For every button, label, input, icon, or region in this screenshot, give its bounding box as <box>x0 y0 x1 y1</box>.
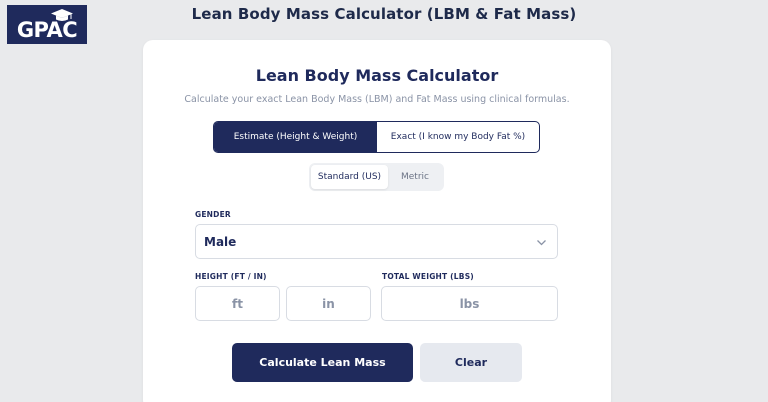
gender-select[interactable]: Male <box>195 224 558 259</box>
clear-button[interactable]: Clear <box>420 343 522 382</box>
mode-toggle: Estimate (Height & Weight) Exact (I know… <box>213 121 540 153</box>
unit-standard-button[interactable]: Standard (US) <box>311 165 388 189</box>
weight-input[interactable] <box>381 286 558 321</box>
chevron-down-icon <box>537 240 546 246</box>
calculate-button[interactable]: Calculate Lean Mass <box>232 343 413 382</box>
mode-estimate-button[interactable]: Estimate (Height & Weight) <box>214 122 377 152</box>
mode-exact-button[interactable]: Exact (I know my Body Fat %) <box>377 122 539 152</box>
height-in-input[interactable] <box>286 286 371 321</box>
gender-label: GENDER <box>195 210 231 219</box>
height-label: HEIGHT (FT / IN) <box>195 272 267 281</box>
unit-metric-button[interactable]: Metric <box>388 165 442 189</box>
calculator-card: Lean Body Mass Calculator Calculate your… <box>143 40 611 402</box>
gender-value: Male <box>204 234 237 249</box>
page-title: Lean Body Mass Calculator (LBM & Fat Mas… <box>191 5 577 23</box>
card-title: Lean Body Mass Calculator <box>255 66 499 85</box>
weight-label: TOTAL WEIGHT (LBS) <box>382 272 474 281</box>
height-ft-input[interactable] <box>195 286 280 321</box>
logo-text: GPAC <box>16 18 78 42</box>
card-subtitle: Calculate your exact Lean Body Mass (LBM… <box>184 94 570 105</box>
unit-toggle: Standard (US) Metric <box>309 163 444 191</box>
